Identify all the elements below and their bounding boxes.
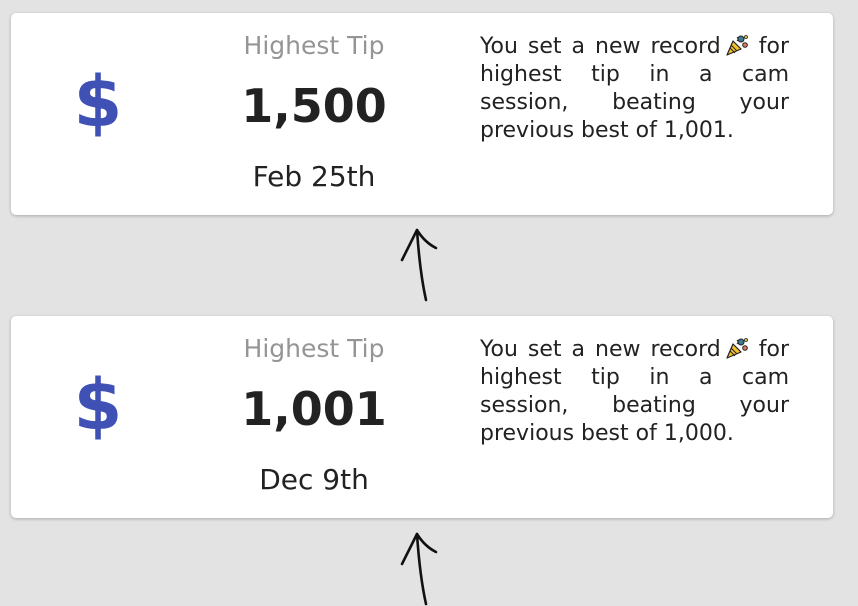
record-value: 1,001 [241, 382, 387, 436]
record-card: $ Highest Tip 1,500 Feb 25th You set a n… [11, 13, 833, 215]
record-value: 1,500 [241, 79, 387, 133]
dollar-icon: $ [73, 61, 123, 143]
record-message: You set a new record [480, 34, 721, 59]
record-label: Highest Tip [243, 334, 385, 363]
record-message: You set a new record [480, 337, 721, 362]
dollar-icon: $ [73, 364, 123, 446]
record-label: Highest Tip [243, 31, 385, 60]
record-date: Feb 25th [252, 160, 376, 193]
record-description: You set a new record for highest tip in … [480, 33, 789, 145]
party-popper-icon [726, 338, 748, 359]
record-card: $ Highest Tip 1,001 Dec 9th You set a ne… [11, 316, 833, 518]
record-date: Dec 9th [259, 463, 369, 496]
record-description: You set a new record for highest tip in … [480, 336, 789, 448]
up-arrow-icon [400, 228, 438, 302]
up-arrow-icon [400, 532, 438, 606]
party-popper-icon [726, 35, 748, 56]
